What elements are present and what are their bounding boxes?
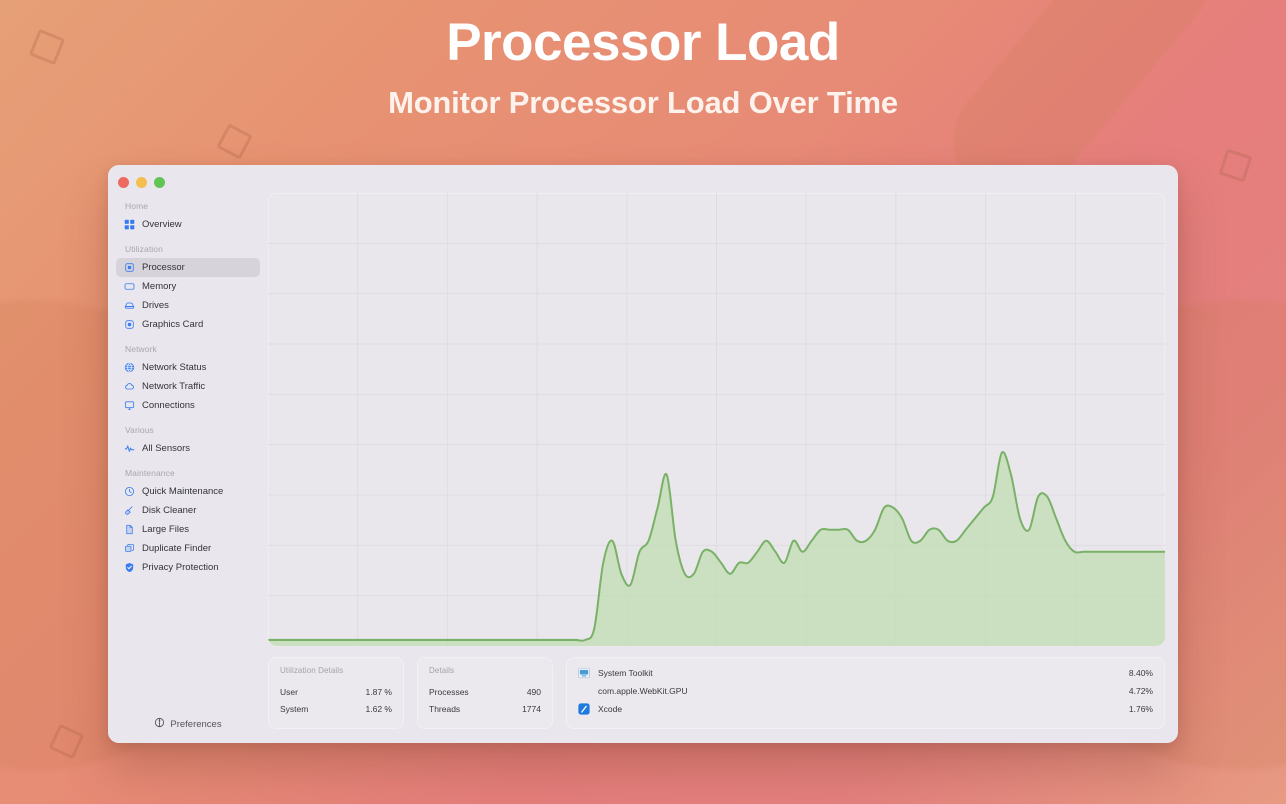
details-title: Details — [429, 666, 455, 675]
utilization-system-value: 1.62 % — [365, 703, 392, 714]
close-button-icon[interactable] — [118, 177, 129, 188]
process-name: System Toolkit — [598, 668, 653, 678]
sidebar-item-memory[interactable]: Memory — [116, 277, 260, 296]
utilization-details-title: Utilization Details — [280, 666, 344, 675]
process-value: 8.40% — [1128, 668, 1153, 678]
sidebar-item-network-traffic[interactable]: Network Traffic — [116, 377, 260, 396]
process-name: Xcode — [598, 704, 623, 714]
background-square-icon — [216, 123, 253, 160]
sidebar-item-processor[interactable]: Processor — [116, 258, 260, 277]
top-processes-panel: System Toolkit 8.40% com.apple.WebKit.GP… — [566, 657, 1165, 729]
sidebar-item-label: Disk Cleaner — [142, 505, 197, 516]
zoom-button-icon[interactable] — [154, 177, 165, 188]
sidebar-section-header: Utilization — [125, 244, 163, 254]
sidebar-item-label: Overview — [142, 219, 182, 230]
window-traffic-lights — [108, 169, 268, 191]
page-title: Processor Load — [446, 13, 840, 72]
hero-header: Processor Load Monitor Processor Load Ov… — [0, 0, 1286, 121]
sidebar-item-label: Quick Maintenance — [142, 486, 224, 497]
preferences-button[interactable]: Preferences — [108, 717, 268, 731]
sidebar-item-disk-cleaner[interactable]: Disk Cleaner — [116, 501, 260, 520]
copy-icon — [124, 543, 135, 554]
utilization-system-label: System — [280, 703, 309, 714]
sidebar-item-duplicate-finder[interactable]: Duplicate Finder — [116, 539, 260, 558]
details-processes-label: Processes — [429, 686, 469, 697]
document-icon — [124, 524, 135, 535]
page-subtitle: Monitor Processor Load Over Time — [388, 84, 898, 120]
table-row: System 1.62 % — [280, 700, 392, 717]
sidebar-item-overview[interactable]: Overview — [116, 215, 260, 234]
sidebar-item-label: Connections — [142, 400, 195, 411]
process-value: 4.72% — [1128, 686, 1153, 696]
sidebar-item-label: Privacy Protection — [142, 562, 219, 573]
details-threads-value: 1774 — [522, 703, 541, 714]
preferences-label: Preferences — [170, 718, 222, 730]
sidebar-item-connections[interactable]: Connections — [116, 396, 260, 415]
sidebar-nav: Home Overview Utilization Processor Memory Dr… — [108, 201, 268, 577]
details-processes-value: 490 — [526, 686, 541, 697]
sidebar-item-drives[interactable]: Drives — [116, 296, 260, 315]
stats-row: Utilization Details User 1.87 % System 1… — [268, 657, 1165, 729]
sidebar-item-label: Memory — [142, 281, 177, 292]
sidebar-item-label: Graphics Card — [142, 319, 204, 330]
system-toolkit-app-icon — [578, 667, 590, 679]
pulse-waveform-icon — [124, 443, 135, 454]
sidebar-item-privacy-protection[interactable]: Privacy Protection — [116, 558, 260, 577]
list-item[interactable]: Xcode 1.76% — [578, 700, 1153, 718]
list-item[interactable]: System Toolkit 8.40% — [578, 664, 1153, 682]
main-content: Utilization Details User 1.87 % System 1… — [268, 165, 1178, 743]
details-threads-label: Threads — [429, 703, 461, 714]
table-row: Threads 1774 — [429, 700, 541, 717]
minimize-button-icon[interactable] — [136, 177, 147, 188]
sidebar-item-label: Duplicate Finder — [142, 543, 212, 554]
monitor-icon — [124, 400, 135, 411]
sidebar-item-quick-maintenance[interactable]: Quick Maintenance — [116, 482, 260, 501]
sidebar-item-all-sensors[interactable]: All Sensors — [116, 439, 260, 458]
process-value: 1.76% — [1128, 704, 1153, 714]
utilization-details-panel: Utilization Details User 1.87 % System 1… — [268, 657, 404, 729]
sidebar-item-label: Network Traffic — [142, 381, 206, 392]
sidebar-item-large-files[interactable]: Large Files — [116, 520, 260, 539]
app-window: Home Overview Utilization Processor Memory Dr… — [108, 165, 1178, 743]
sidebar-item-label: Drives — [142, 300, 169, 311]
sidebar-section-header: Home — [125, 201, 149, 211]
cloud-icon — [124, 381, 135, 392]
xcode-app-icon — [578, 703, 590, 715]
details-panel: Details Processes 490 Threads 1774 — [417, 657, 553, 729]
sidebar-item-network-status[interactable]: Network Status — [116, 358, 260, 377]
sidebar-item-label: All Sensors — [142, 443, 191, 454]
processor-load-chart-svg — [268, 193, 1165, 646]
sidebar-item-label: Network Status — [142, 362, 207, 373]
processor-load-chart[interactable] — [268, 193, 1165, 646]
clock-icon — [124, 486, 135, 497]
shield-check-icon — [124, 562, 135, 573]
list-item[interactable]: com.apple.WebKit.GPU 4.72% — [578, 682, 1153, 700]
globe-icon — [124, 362, 135, 373]
utilization-user-label: User — [280, 686, 298, 697]
memory-module-icon — [124, 281, 135, 292]
process-name: com.apple.WebKit.GPU — [598, 686, 688, 696]
cpu-chip-icon — [124, 262, 135, 273]
sidebar-item-label: Processor — [142, 262, 185, 273]
sidebar-section-header: Maintenance — [125, 468, 175, 478]
sidebar-item-graphics-card[interactable]: Graphics Card — [116, 315, 260, 334]
background-square-icon — [1218, 148, 1253, 183]
sidebar-section-header: Network — [125, 344, 157, 354]
sidebar-item-label: Large Files — [142, 524, 189, 535]
gpu-chip-icon — [124, 319, 135, 330]
grid-icon — [124, 219, 135, 230]
table-row: Processes 490 — [429, 683, 541, 700]
sidebar-section-header: Various — [125, 425, 154, 435]
broom-icon — [124, 505, 135, 516]
table-row: User 1.87 % — [280, 683, 392, 700]
gear-slider-icon — [154, 717, 165, 731]
utilization-user-value: 1.87 % — [365, 686, 392, 697]
hard-drive-icon — [124, 300, 135, 311]
sidebar: Home Overview Utilization Processor Memory Dr… — [108, 165, 268, 743]
